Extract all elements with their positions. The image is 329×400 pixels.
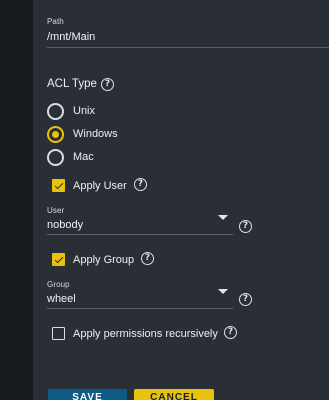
- recursive-row[interactable]: Apply permissions recursively: [52, 326, 218, 341]
- apply-user-row[interactable]: Apply User: [52, 178, 127, 193]
- page: Path /mnt/Main ACL Type ? Unix Windows M…: [0, 0, 329, 400]
- user-dropdown-caret-icon[interactable]: [218, 215, 228, 220]
- left-sidebar-strip: [0, 0, 33, 400]
- acl-type-title: ACL Type: [47, 78, 97, 90]
- group-dropdown-caret-icon[interactable]: [218, 289, 228, 294]
- radio-mac[interactable]: [47, 148, 64, 166]
- path-underline: [47, 47, 329, 48]
- recursive-label: Apply permissions recursively: [73, 327, 218, 340]
- radio-option-windows[interactable]: Windows: [47, 125, 118, 143]
- apply-group-checkbox[interactable]: [52, 253, 65, 266]
- group-help-icon[interactable]: ?: [239, 293, 252, 306]
- acl-type-help-icon[interactable]: ?: [101, 78, 114, 91]
- radio-label-mac: Mac: [73, 151, 94, 163]
- cancel-button[interactable]: CANCEL: [134, 389, 214, 400]
- user-underline: [47, 234, 233, 235]
- apply-group-help-icon[interactable]: ?: [141, 252, 154, 265]
- path-label: Path: [47, 17, 64, 26]
- group-label: Group: [47, 280, 70, 289]
- radio-option-unix[interactable]: Unix: [47, 102, 95, 120]
- recursive-help-icon[interactable]: ?: [224, 326, 237, 339]
- user-label: User: [47, 206, 65, 215]
- radio-unix[interactable]: [47, 102, 64, 120]
- user-select[interactable]: nobody: [47, 219, 83, 231]
- apply-user-label: Apply User: [73, 179, 127, 192]
- apply-group-row[interactable]: Apply Group: [52, 252, 134, 267]
- user-help-icon[interactable]: ?: [239, 220, 252, 233]
- group-select[interactable]: wheel: [47, 293, 76, 305]
- radio-label-windows: Windows: [73, 128, 118, 140]
- apply-user-checkbox[interactable]: [52, 179, 65, 192]
- group-underline: [47, 308, 233, 309]
- radio-option-mac[interactable]: Mac: [47, 148, 94, 166]
- radio-windows[interactable]: [47, 125, 64, 143]
- save-button[interactable]: SAVE: [48, 389, 127, 400]
- path-input[interactable]: /mnt/Main: [47, 31, 95, 43]
- radio-label-unix: Unix: [73, 105, 96, 117]
- apply-user-help-icon[interactable]: ?: [134, 178, 147, 191]
- apply-group-label: Apply Group: [73, 253, 135, 266]
- recursive-checkbox[interactable]: [52, 327, 65, 340]
